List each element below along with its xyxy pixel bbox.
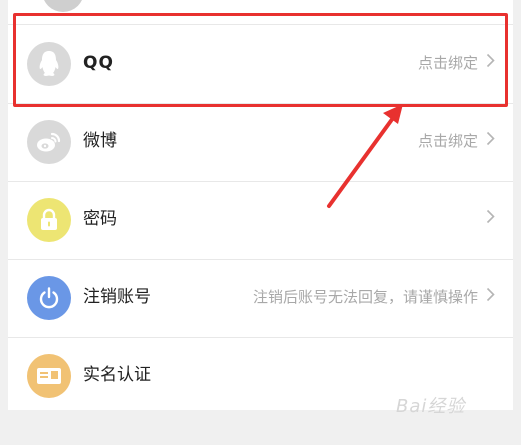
watermark: Bai经验 bbox=[396, 396, 466, 417]
annotation-arrow bbox=[327, 104, 403, 208]
